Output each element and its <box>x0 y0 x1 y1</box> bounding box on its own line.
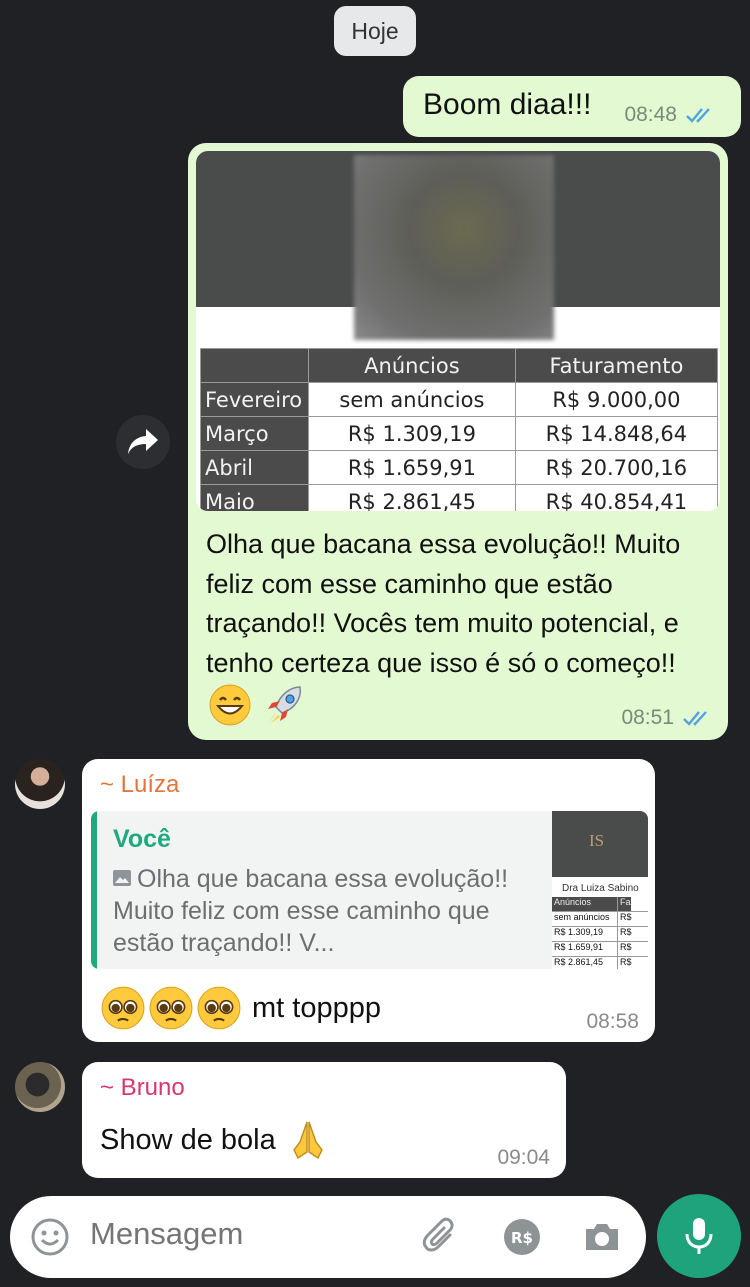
avatar-luiza[interactable] <box>15 759 65 809</box>
voice-message-button[interactable] <box>657 1194 741 1278</box>
row-header: Fevereiro <box>200 382 309 417</box>
table-cell: R$ 1.309,19 <box>308 416 516 451</box>
thumb-cell: R$ <box>620 912 632 922</box>
thumb-cell: sem anúncios <box>552 912 618 926</box>
quote-thumbnail: IS Dra Luiza Sabino Anúncios Fa sem anún… <box>552 811 648 969</box>
message-time: 08:51 <box>621 706 674 729</box>
table-row: Maio R$ 2.861,45 R$ 40.854,41 <box>200 484 719 511</box>
grinning-face-icon <box>209 684 251 726</box>
forward-button[interactable] <box>116 415 170 469</box>
row-header: Maio <box>200 484 309 511</box>
rocket-icon <box>267 686 301 723</box>
sender-name[interactable]: ~ Luíza <box>100 771 179 799</box>
message-time: 09:04 <box>497 1146 550 1169</box>
date-chip: Hoje <box>334 6 416 56</box>
svg-text:R$: R$ <box>511 1229 533 1247</box>
message-body: Show de bola <box>100 1123 276 1156</box>
camera-icon <box>586 1224 618 1250</box>
outgoing-message[interactable]: Boom diaa!!! 08:48 <box>403 76 741 137</box>
thumb-name: Dra Luiza Sabino <box>562 883 639 894</box>
table-row: Abril R$ 1.659,91 R$ 20.700,16 <box>200 450 719 485</box>
row-header: Março <box>200 416 309 451</box>
payment-button[interactable]: R$ <box>500 1215 544 1259</box>
camera-button[interactable] <box>580 1215 624 1259</box>
thumb-cell: R$ 1.659,91 <box>552 942 618 956</box>
photo-icon <box>113 870 131 886</box>
message-meta: 08:51 <box>621 706 712 730</box>
payment-icon: R$ <box>504 1219 540 1255</box>
thumb-cell: Fa <box>618 897 631 911</box>
message-time: 08:58 <box>586 1010 639 1033</box>
table-cell: sem anúncios <box>308 382 516 417</box>
double-check-icon <box>686 108 710 123</box>
thumb-row: R$ 1.309,19 R$ <box>552 927 648 942</box>
table-row: Fevereiro sem anúncios R$ 9.000,00 <box>200 382 719 417</box>
quote-bar <box>91 811 97 969</box>
image-caption: Olha que bacana essa evolução!! Muito fe… <box>206 525 706 727</box>
table-corner <box>200 348 309 383</box>
message-time: 08:48 <box>624 103 677 126</box>
thumb-cell: R$ 2.861,45 <box>552 957 618 969</box>
thumb-cell: Anúncios <box>552 897 618 911</box>
incoming-message[interactable]: ~ Bruno Show de bola 09:04 <box>82 1062 566 1178</box>
sender-name[interactable]: ~ Bruno <box>100 1074 185 1102</box>
double-check-icon <box>683 711 707 726</box>
pleading-face-icon <box>197 986 241 1030</box>
attached-image[interactable]: Anúncios Faturamento Fevereiro sem anúnc… <box>196 151 720 511</box>
message-text: Show de bola <box>100 1118 330 1162</box>
emoji-icon <box>31 1218 69 1256</box>
folded-hands-icon <box>292 1121 323 1160</box>
avatar-bruno[interactable] <box>15 1062 65 1112</box>
pleading-face-icon <box>101 986 145 1030</box>
message-input[interactable] <box>90 1216 390 1252</box>
table-cell: R$ 9.000,00 <box>514 382 719 417</box>
incoming-message[interactable]: ~ Luíza Você Olha que bacana essa evoluç… <box>82 759 655 1042</box>
message-text: mt topppp <box>100 985 381 1031</box>
message-meta: 08:48 <box>624 103 715 127</box>
message-composer: R$ <box>10 1196 646 1278</box>
column-header: Anúncios <box>308 348 516 383</box>
thumb-row: sem anúncios R$ <box>552 912 648 927</box>
blurred-logo <box>354 155 554 340</box>
table-cell: R$ 40.854,41 <box>514 484 719 511</box>
thumb-cell: R$ 1.309,19 <box>552 927 618 941</box>
thumb-row: Anúncios Fa <box>552 897 648 912</box>
thumb-table: Anúncios Fa sem anúncios R$ R$ 1.309,19 … <box>552 897 648 969</box>
revenue-table: Anúncios Faturamento Fevereiro sem anúnc… <box>200 348 719 511</box>
thumb-row: R$ 2.861,45 R$ <box>552 957 648 969</box>
caption-text: Olha que bacana essa evolução!! Muito fe… <box>206 529 681 678</box>
thumb-cell: R$ <box>620 927 632 937</box>
quoted-message[interactable]: Você Olha que bacana essa evolução!! Mui… <box>91 811 648 969</box>
mic-icon <box>685 1218 713 1254</box>
table-cell: R$ 14.848,64 <box>514 416 719 451</box>
emoji-button[interactable] <box>28 1215 72 1259</box>
column-header: Faturamento <box>514 348 719 383</box>
quote-author: Você <box>113 825 171 853</box>
pleading-face-icon <box>149 986 193 1030</box>
message-body: mt topppp <box>252 991 381 1024</box>
message-text: Boom diaa!!! <box>423 88 592 121</box>
table-row: Março R$ 1.309,19 R$ 14.848,64 <box>200 416 719 451</box>
row-header: Abril <box>200 450 309 485</box>
forward-icon <box>128 429 158 454</box>
thumb-row: R$ 1.659,91 R$ <box>552 942 648 957</box>
thumb-cell: R$ <box>620 942 632 952</box>
thumb-logo: IS <box>589 831 605 850</box>
outgoing-image-message[interactable]: Anúncios Faturamento Fevereiro sem anúnc… <box>188 143 728 740</box>
paperclip-icon <box>422 1217 454 1252</box>
quote-body: Olha que bacana essa evolução!! Muito fe… <box>113 865 509 957</box>
thumb-cell: R$ <box>620 957 632 967</box>
table-cell: R$ 1.659,91 <box>308 450 516 485</box>
quote-text: Olha que bacana essa evolução!! Muito fe… <box>113 863 533 959</box>
table-cell: R$ 2.861,45 <box>308 484 516 511</box>
table-cell: R$ 20.700,16 <box>514 450 719 485</box>
attach-button[interactable] <box>418 1215 462 1259</box>
table-header-row: Anúncios Faturamento <box>200 348 719 383</box>
